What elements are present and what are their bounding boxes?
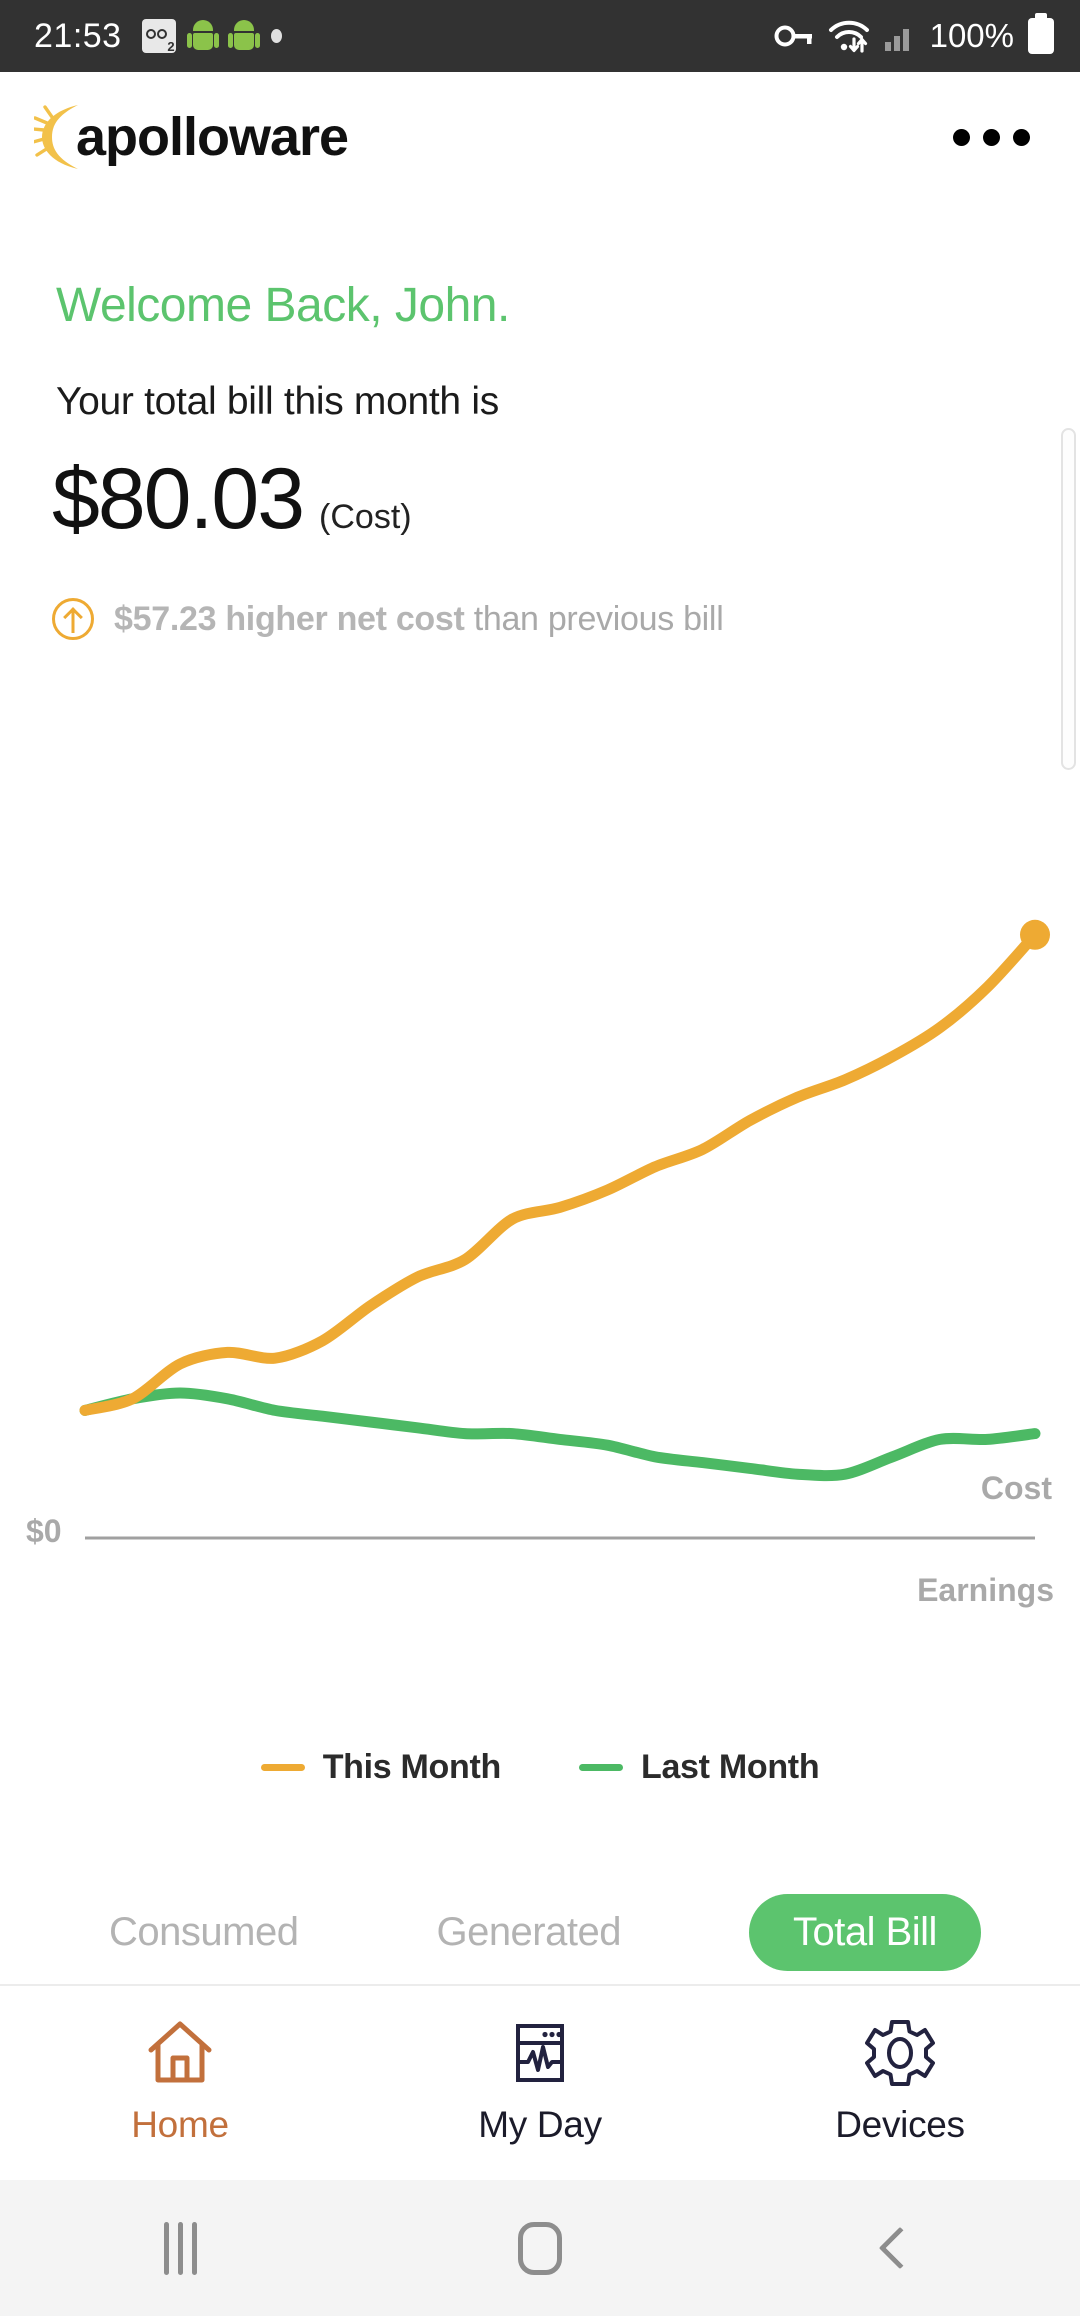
status-bar-clock: 21:53 [34,16,122,55]
bill-delta-row: $57.23 higher net cost than previous bil… [52,598,724,640]
recents-icon [163,2221,197,2275]
sunburst-icon [34,105,78,169]
tab-consumed[interactable]: Consumed [99,1896,308,1969]
bill-line-chart [0,790,1080,1610]
tab-total-bill[interactable]: Total Bill [749,1893,981,1971]
welcome-heading: Welcome Back, John. [56,279,510,332]
series-end-marker-this-month [1020,919,1050,950]
bottom-navigation-bar: Home My Day Devices [0,1984,1080,2180]
bill-delta-suffix: than previous bill [464,599,724,638]
chart-legend: This Month Last Month [0,1748,1080,1787]
android-navigation-bar [0,2180,1080,2316]
monitor-pulse-icon [507,2020,573,2086]
nav-label-my-day: My Day [478,2104,602,2145]
legend-label-last-month: Last Month [640,1748,820,1786]
legend-label-this-month: This Month [322,1748,502,1786]
bill-amount-row: $80.03 (Cost) [52,450,412,549]
tab-generated[interactable]: Generated [426,1896,631,1969]
legend-swatch-this-month [260,1764,305,1771]
app-logo: apolloware [34,99,349,175]
android-icon [186,20,219,52]
back-chevron-icon [878,2226,922,2270]
series-line-last-month [79,1387,1041,1482]
android-status-bar: 21:53 2 100% [0,0,1080,72]
chart-zero-label: $0 [26,1513,62,1549]
dot-icon [270,29,282,43]
chart-earnings-label: Earnings [917,1572,1054,1608]
back-button[interactable] [720,2226,1080,2270]
legend-item-last-month: Last Month [578,1748,820,1787]
android-icon [227,20,260,52]
app-header: apolloware [0,72,1080,202]
battery-icon [1028,13,1054,54]
voicemail-icon: 2 [141,19,176,53]
nav-item-my-day[interactable]: My Day [360,2020,720,2146]
bill-amount-unit: (Cost) [319,498,412,536]
overflow-menu-icon[interactable] [939,115,1044,160]
chart-canvas [79,919,1050,1540]
nav-label-devices: Devices [835,2104,965,2145]
signal-bars-icon [884,29,909,51]
page-scrollbar[interactable] [1061,428,1076,770]
legend-item-this-month: This Month [260,1748,502,1787]
wifi-icon [828,20,869,53]
app-logo-text: apolloware [76,107,349,167]
series-line-this-month [79,929,1041,1416]
bill-delta-value: $57.23 higher net cost [114,599,465,638]
nav-label-home: Home [131,2104,229,2145]
bill-amount: $80.03 [52,451,305,547]
recents-button[interactable] [0,2221,360,2275]
bill-subtitle: Your total bill this month is [56,380,499,423]
gear-icon [865,2020,935,2086]
status-bar-notification-icons: 2 [141,19,282,53]
chart-cost-label: Cost [980,1470,1052,1506]
status-bar-system-icons: 100% [774,13,1054,55]
legend-swatch-last-month [578,1764,623,1771]
home-button[interactable] [360,2221,720,2275]
nav-item-home[interactable]: Home [0,2020,360,2146]
home-square-icon [518,2221,562,2275]
house-icon [145,2020,215,2086]
bill-delta-text: $57.23 higher net cost than previous bil… [114,599,724,639]
battery-percent-label: 100% [929,17,1014,54]
vpn-key-icon [774,25,812,47]
nav-item-devices[interactable]: Devices [720,2020,1080,2146]
chart-mode-tabs: Consumed Generated Total Bill [0,1880,1080,1984]
arrow-up-icon [52,598,94,640]
